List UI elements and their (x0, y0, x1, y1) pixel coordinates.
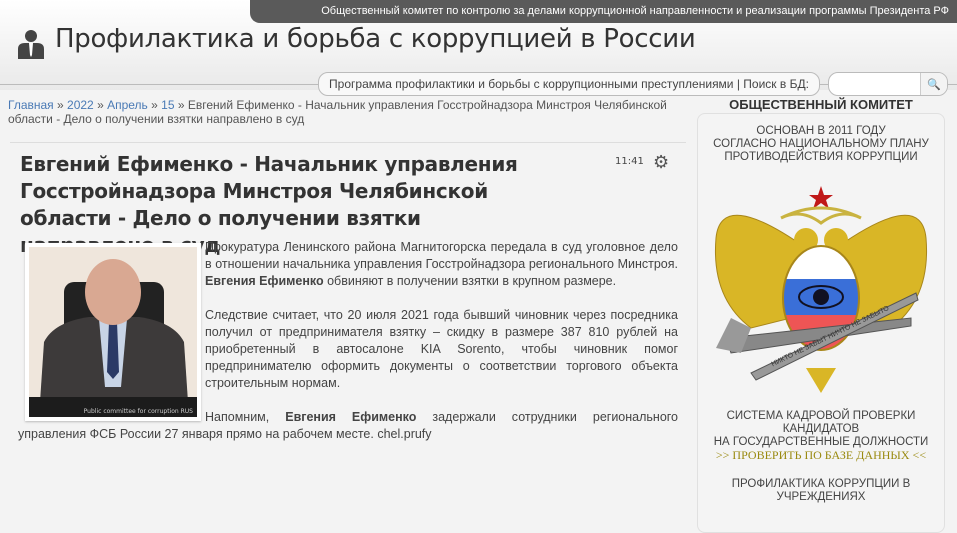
article-time: 11:41 (615, 156, 644, 167)
prevention-link[interactable]: ПРОФИЛАКТИКА КОРРУПЦИИ В УЧРЕЖДЕНИЯХ (698, 478, 944, 504)
breadcrumb-sep: » (147, 98, 162, 112)
breadcrumb-month[interactable]: Апрель (107, 98, 148, 112)
breadcrumb-sep: » (174, 98, 188, 112)
sidebar-heading: ОБЩЕСТВЕННЫЙ КОМИТЕТ (729, 97, 913, 112)
search-box: 🔍 (828, 72, 948, 96)
site-header: Общественный комитет по контролю за дела… (0, 0, 957, 96)
breadcrumb-sep: » (53, 98, 68, 112)
breadcrumb-sep: » (93, 98, 108, 112)
article-body: Прокуратура Ленинского района Магнитогор… (18, 239, 678, 460)
text-line: ПРОТИВОДЕЙСТВИЯ КОРРУПЦИИ (724, 151, 918, 163)
person-name: Евгения Ефименко (205, 274, 324, 288)
person-logo-icon (18, 30, 44, 59)
breadcrumb-home[interactable]: Главная (8, 98, 54, 112)
breadcrumb-year[interactable]: 2022 (67, 98, 94, 112)
paragraph-1: Прокуратура Ленинского района Магнитогор… (205, 239, 678, 290)
paragraph-2: Следствие считает, что 20 июля 2021 года… (205, 308, 678, 390)
check-database-link[interactable]: >> ПРОВЕРИТЬ ПО БАЗЕ ДАННЫХ << (698, 449, 944, 462)
search-input[interactable] (829, 73, 921, 95)
text: обвиняют в получении взятки в крупном ра… (323, 274, 617, 288)
site-title[interactable]: Профилактика и борьба с коррупцией в Рос… (55, 24, 696, 54)
breadcrumb-day[interactable]: 15 (161, 98, 174, 112)
eagle-emblem[interactable]: НИКТО НЕ ЗАБЫТ НИЧТО НЕ ЗАБЫТО (711, 178, 931, 398)
top-banner: Общественный комитет по контролю за дела… (250, 0, 957, 23)
text-line: ОСНОВАН В 2011 ГОДУ (756, 125, 886, 137)
person-photo: Public committee for corruption RUS (29, 247, 197, 417)
text-line: ПРОФИЛАКТИКА КОРРУПЦИИ В (731, 478, 911, 490)
text: Напомним, (205, 410, 286, 424)
founded-text: ОСНОВАН В 2011 ГОДУ СОГЛАСНО НАЦИОНАЛЬНО… (698, 125, 944, 164)
text-line: УЧРЕЖДЕНИЯХ (776, 491, 866, 503)
sidebar-box: ОСНОВАН В 2011 ГОДУ СОГЛАСНО НАЦИОНАЛЬНО… (697, 113, 945, 533)
person-name: Евгения Ефименко (285, 410, 417, 424)
search-button[interactable]: 🔍 (920, 73, 947, 95)
breadcrumb: Главная » 2022 » Апрель » 15 » Евгений Е… (8, 98, 688, 126)
text-line: СОГЛАСНО НАЦИОНАЛЬНОМУ ПЛАНУ (713, 138, 929, 150)
article: Евгений Ефименко - Начальник управления … (10, 142, 686, 522)
system-text: СИСТЕМА КАДРОВОЙ ПРОВЕРКИ КАНДИДАТОВ НА … (698, 410, 944, 462)
text-line: СИСТЕМА КАДРОВОЙ ПРОВЕРКИ (726, 410, 916, 422)
text-line: КАНДИДАТОВ (782, 423, 860, 435)
gear-icon[interactable]: ⚙ (653, 152, 669, 173)
article-photo: Public committee for corruption RUS (25, 243, 201, 421)
text: Прокуратура Ленинского района Магнитогор… (205, 240, 678, 271)
nav-program-link[interactable]: Программа профилактики и борьбы с корруп… (318, 72, 820, 96)
paragraph-3: Напомним, Евгения Ефименко задержали сот… (18, 409, 678, 443)
